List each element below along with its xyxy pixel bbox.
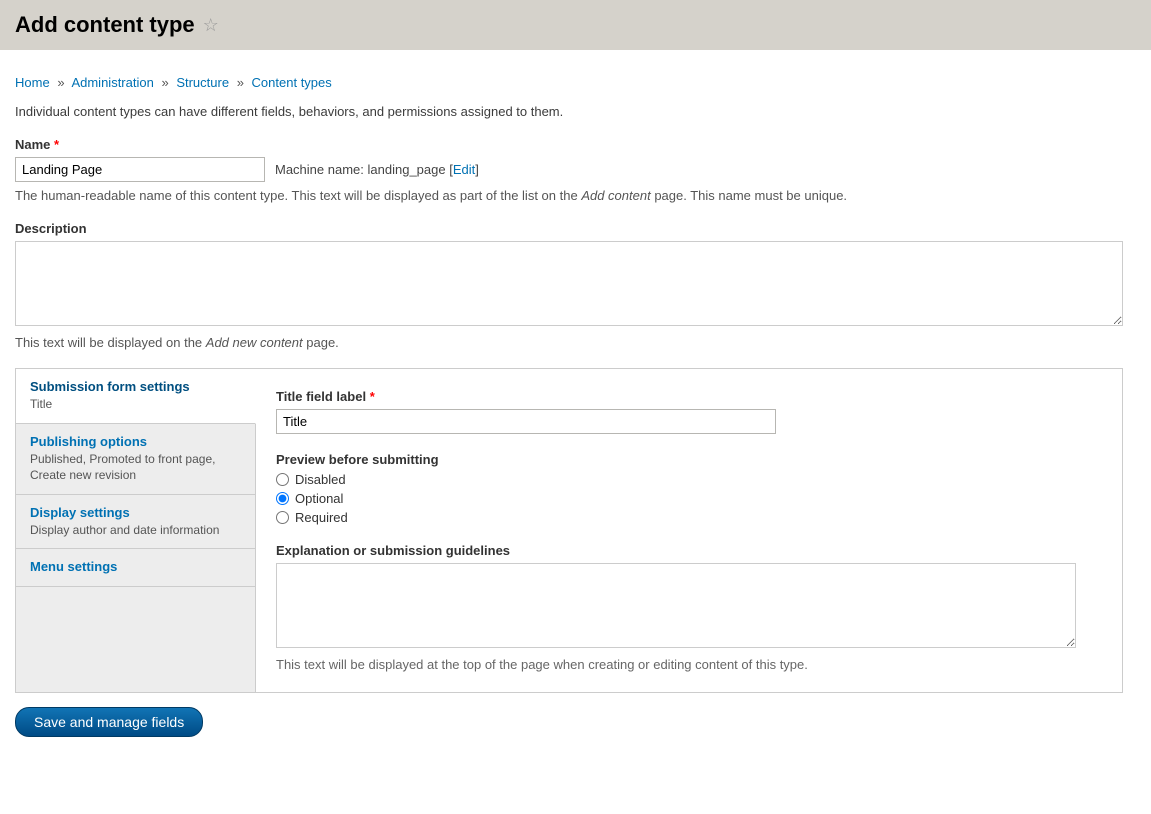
description-label: Description (15, 221, 1136, 236)
preview-optional-label[interactable]: Optional (295, 491, 343, 506)
breadcrumb-sep: » (237, 75, 244, 90)
tab-publishing-options[interactable]: Publishing options Published, Promoted t… (16, 424, 255, 495)
breadcrumb-sep: » (57, 75, 64, 90)
tab-submission-form-settings[interactable]: Submission form settings Title (16, 369, 256, 424)
preview-group-label: Preview before submitting (276, 452, 1102, 467)
description-textarea[interactable] (15, 241, 1123, 326)
title-field-input[interactable] (276, 409, 776, 434)
vertical-tabs: Submission form settings Title Publishin… (15, 368, 1123, 693)
machine-name-text: Machine name: landing_page [Edit] (275, 162, 479, 177)
name-label: Name * (15, 137, 1136, 152)
breadcrumb: Home » Administration » Structure » Cont… (15, 75, 1136, 90)
machine-name-edit-link[interactable]: Edit (453, 162, 475, 177)
intro-text: Individual content types can have differ… (15, 104, 1136, 119)
preview-required-radio[interactable] (276, 511, 289, 524)
tab-content: Title field label * Preview before submi… (256, 369, 1122, 692)
guidelines-textarea[interactable] (276, 563, 1076, 648)
required-marker: * (54, 137, 59, 152)
required-marker: * (370, 389, 375, 404)
save-and-manage-fields-button[interactable]: Save and manage fields (15, 707, 203, 737)
page-title: Add content type (15, 12, 195, 38)
tab-list: Submission form settings Title Publishin… (16, 369, 256, 692)
breadcrumb-home[interactable]: Home (15, 75, 50, 90)
title-field-label: Title field label * (276, 389, 1102, 404)
preview-optional-radio[interactable] (276, 492, 289, 505)
name-help-text: The human-readable name of this content … (15, 188, 1136, 203)
tab-menu-settings[interactable]: Menu settings (16, 549, 255, 587)
page-header: Add content type ☆ (0, 0, 1151, 50)
preview-disabled-label[interactable]: Disabled (295, 472, 346, 487)
preview-disabled-radio[interactable] (276, 473, 289, 486)
breadcrumb-sep: » (161, 75, 168, 90)
tab-display-settings[interactable]: Display settings Display author and date… (16, 495, 255, 550)
favorite-star-icon[interactable]: ☆ (203, 15, 219, 36)
breadcrumb-structure[interactable]: Structure (176, 75, 229, 90)
breadcrumb-content-types[interactable]: Content types (252, 75, 332, 90)
preview-required-label[interactable]: Required (295, 510, 348, 525)
guidelines-label: Explanation or submission guidelines (276, 543, 1102, 558)
description-help-text: This text will be displayed on the Add n… (15, 335, 1136, 350)
name-input[interactable] (15, 157, 265, 182)
guidelines-help: This text will be displayed at the top o… (276, 657, 1102, 672)
breadcrumb-administration[interactable]: Administration (71, 75, 153, 90)
